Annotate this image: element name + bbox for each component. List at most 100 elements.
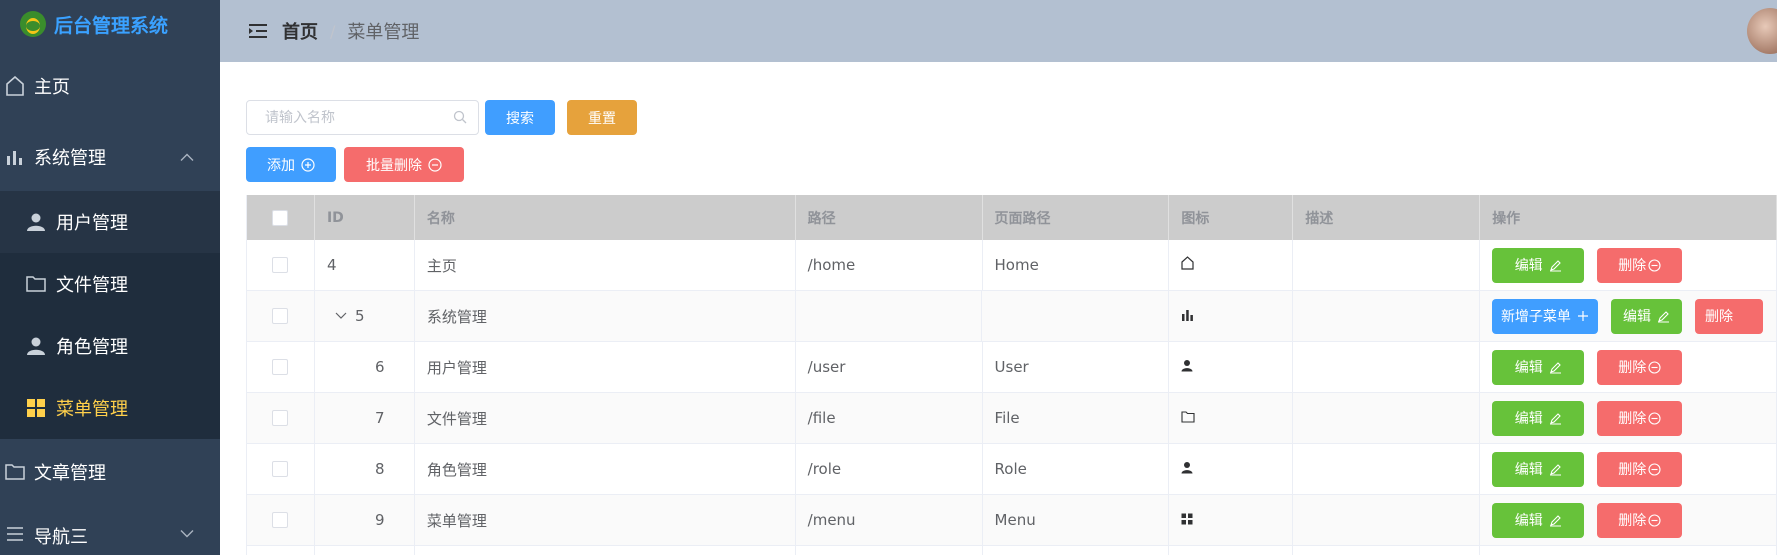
sidebar-item-label: 菜单管理 [56,399,128,420]
sidebar-item-roles[interactable]: 角色管理 [0,315,220,377]
edit-button[interactable]: 编辑 [1492,400,1585,436]
cell-id: 5 [315,291,415,341]
chevron-up-icon [180,148,194,167]
search-button[interactable]: 搜索 [485,100,555,135]
reset-button[interactable]: 重置 [567,100,637,135]
delete-button[interactable]: 删除 [1597,451,1683,487]
delete-label: 删除 [1705,309,1734,325]
column-header-page-path[interactable]: 页面路径 [983,195,1170,240]
circle-minus-icon [1648,462,1661,476]
sidebar-item-system[interactable]: 系统管理 [0,123,220,191]
row-checkbox[interactable] [272,359,289,375]
sidebar-item-users[interactable]: 用户管理 [0,191,220,253]
user-icon [1181,358,1193,376]
row-checkbox[interactable] [272,308,289,324]
sidebar-item-files[interactable]: 文件管理 [0,253,220,315]
edit-icon [1549,259,1562,272]
cell-name: 系统管理 [415,291,796,341]
select-all-checkbox[interactable] [272,209,289,226]
cell-id-value: 5 [354,307,365,325]
cell-desc [1293,240,1481,290]
column-header-actions: 操作 [1480,195,1777,240]
edit-icon [1549,514,1562,527]
edit-button[interactable]: 编辑 [1492,349,1585,385]
cell-actions: 编辑 删除 [1480,495,1777,545]
table-row: 8 角色管理 /role Role 编辑 删除 [247,444,1777,495]
row-checkbox[interactable] [272,410,289,426]
search-icon [453,110,467,128]
cell-icon [1169,495,1294,545]
cell-actions: 编辑 删除 [1480,393,1777,443]
cell-page-path: Menu [983,495,1170,545]
row-select-cell [247,546,315,555]
column-header-name[interactable]: 名称 [415,195,796,240]
cell-path: /home [796,240,983,290]
delete-button[interactable]: 删除 [1597,247,1683,283]
cell-name: 用户管理 [415,342,796,392]
search-input[interactable] [246,100,479,135]
delete-button[interactable]: 删除 [1597,349,1683,385]
delete-label: 删除 [1618,411,1647,427]
sidebar-item-articles[interactable]: 文章管理 [0,439,220,505]
menu-table: ID 名称 路径 页面路径 图标 描述 操作 4 主页 /home Home 编… [246,195,1777,555]
sidebar-item-nav3[interactable]: 导航三 [0,505,220,555]
avatar[interactable] [1747,8,1777,54]
sidebar-item-label: 导航三 [34,527,88,548]
sidebar-item-label: 主页 [34,76,70,98]
add-button[interactable]: 添加 [246,147,336,182]
add-button-label: 添加 [267,157,295,174]
sidebar-item-menus[interactable]: 菜单管理 [0,377,220,439]
breadcrumb-home[interactable]: 首页 [282,18,318,44]
table-row: 4 主页 /home Home 编辑 删除 [247,240,1777,291]
column-header-id[interactable]: ID [315,195,415,240]
edit-icon [1657,310,1670,323]
row-select-cell [247,444,315,494]
breadcrumb: 首页 / 菜单管理 [282,18,419,44]
cell-desc [1293,546,1481,555]
circle-minus-icon [1648,258,1661,272]
expand-chevron-icon[interactable] [335,312,347,320]
edit-label: 编辑 [1514,462,1543,478]
row-checkbox[interactable] [272,257,289,273]
logo-icon [20,11,46,37]
cell-actions: 编辑 删除 [1480,342,1777,392]
delete-label: 删除 [1618,462,1647,478]
delete-button[interactable]: 删除 [1695,298,1763,334]
batch-delete-button[interactable]: 批量删除 [344,147,464,182]
row-checkbox[interactable] [272,512,289,528]
cell-page-path [983,546,1170,555]
edit-label: 编辑 [1514,513,1543,529]
cell-page-path [982,291,1170,341]
cell-actions: 编辑 删除 [1480,444,1777,494]
cell-id: 7 [315,393,415,443]
sidebar-item-home[interactable]: 主页 [0,48,220,123]
sidebar-item-label: 角色管理 [56,337,128,358]
cell-icon [1169,342,1294,392]
circle-minus-icon [1648,513,1661,527]
column-header-desc[interactable]: 描述 [1293,195,1481,240]
table-row: 7 文件管理 /file File 编辑 删除 [247,393,1777,444]
edit-button[interactable]: 编辑 [1610,298,1683,334]
cell-id: 6 [315,342,415,392]
bar-chart-icon [1181,307,1194,325]
column-header-icon[interactable]: 图标 [1169,195,1294,240]
edit-button[interactable]: 编辑 [1492,247,1585,283]
edit-label: 编辑 [1514,360,1543,376]
table-row: 6 用户管理 /user User 编辑 删除 [247,342,1777,393]
cell-page-path: Home [983,240,1170,290]
delete-button[interactable]: 删除 [1597,502,1683,538]
edit-button[interactable]: 编辑 [1492,502,1585,538]
fold-menu-icon[interactable] [248,21,268,41]
column-header-path[interactable]: 路径 [796,195,983,240]
row-checkbox[interactable] [272,461,289,477]
edit-label: 编辑 [1622,309,1651,325]
delete-button[interactable]: 删除 [1597,400,1683,436]
add-child-menu-button[interactable]: 新增子菜单 [1491,298,1598,334]
table-header: ID 名称 路径 页面路径 图标 描述 操作 [247,195,1777,240]
edit-icon [1549,412,1562,425]
edit-button[interactable]: 编辑 [1492,451,1585,487]
edit-label: 编辑 [1514,258,1543,274]
breadcrumb-current: 菜单管理 [347,22,420,43]
cell-desc [1293,393,1481,443]
folder-icon [4,461,26,483]
